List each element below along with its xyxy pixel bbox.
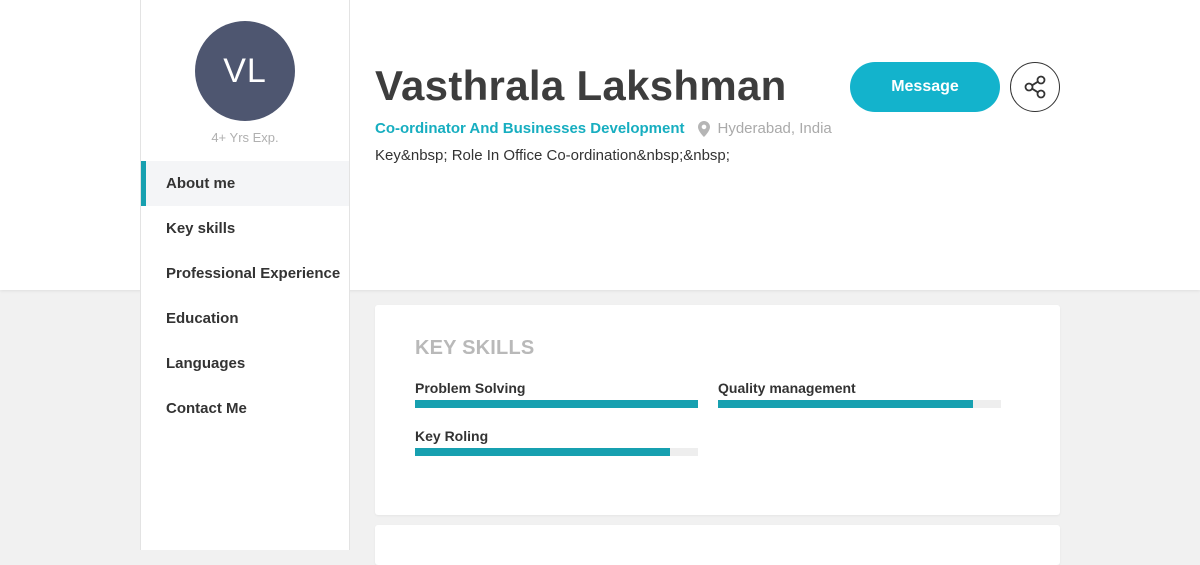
sidebar-item-professional-experience[interactable]: Professional Experience xyxy=(141,251,349,296)
skill-progress-bar xyxy=(718,400,1001,408)
share-button[interactable] xyxy=(1010,62,1060,112)
key-skills-card: KEY SKILLS Problem Solving Quality manag… xyxy=(375,305,1060,515)
share-icon xyxy=(1022,74,1048,100)
message-button[interactable]: Message xyxy=(850,62,1000,112)
job-role: Co-ordinator And Businesses Development xyxy=(375,120,685,137)
sidebar-item-about-me[interactable]: About me xyxy=(141,161,349,206)
next-section-card xyxy=(375,525,1060,565)
skill-progress-fill xyxy=(415,400,698,408)
sidebar-nav: About me Key skills Professional Experie… xyxy=(141,161,349,431)
sidebar-item-education[interactable]: Education xyxy=(141,296,349,341)
avatar: VL xyxy=(195,21,295,121)
location-text: Hyderabad, India xyxy=(717,120,832,137)
sidebar-item-key-skills[interactable]: Key skills xyxy=(141,206,349,251)
avatar-initials: VL xyxy=(223,51,267,90)
skill-item: Quality management xyxy=(718,380,1001,408)
key-skills-title: KEY SKILLS xyxy=(415,337,535,359)
skill-progress-bar xyxy=(415,448,698,456)
skill-item: Problem Solving xyxy=(415,380,698,408)
skill-label: Problem Solving xyxy=(415,380,526,396)
skill-progress-fill xyxy=(415,448,670,456)
experience-label: 4+ Yrs Exp. xyxy=(211,130,279,145)
sidebar-item-languages[interactable]: Languages xyxy=(141,341,349,386)
skill-item: Key Roling xyxy=(415,428,698,456)
profile-summary: Key&nbsp; Role In Office Co-ordination&n… xyxy=(375,147,730,164)
sidebar-item-contact-me[interactable]: Contact Me xyxy=(141,386,349,431)
skill-progress-fill xyxy=(718,400,973,408)
profile-name: Vasthrala Lakshman xyxy=(375,62,787,109)
skill-label: Key Roling xyxy=(415,428,489,444)
role-location-line: Co-ordinator And Businesses Development … xyxy=(375,120,832,137)
profile-sidebar: VL 4+ Yrs Exp. About me Key skills Profe… xyxy=(140,0,350,550)
skill-progress-bar xyxy=(415,400,698,408)
map-pin-icon xyxy=(697,120,710,137)
skill-label: Quality management xyxy=(718,380,856,396)
